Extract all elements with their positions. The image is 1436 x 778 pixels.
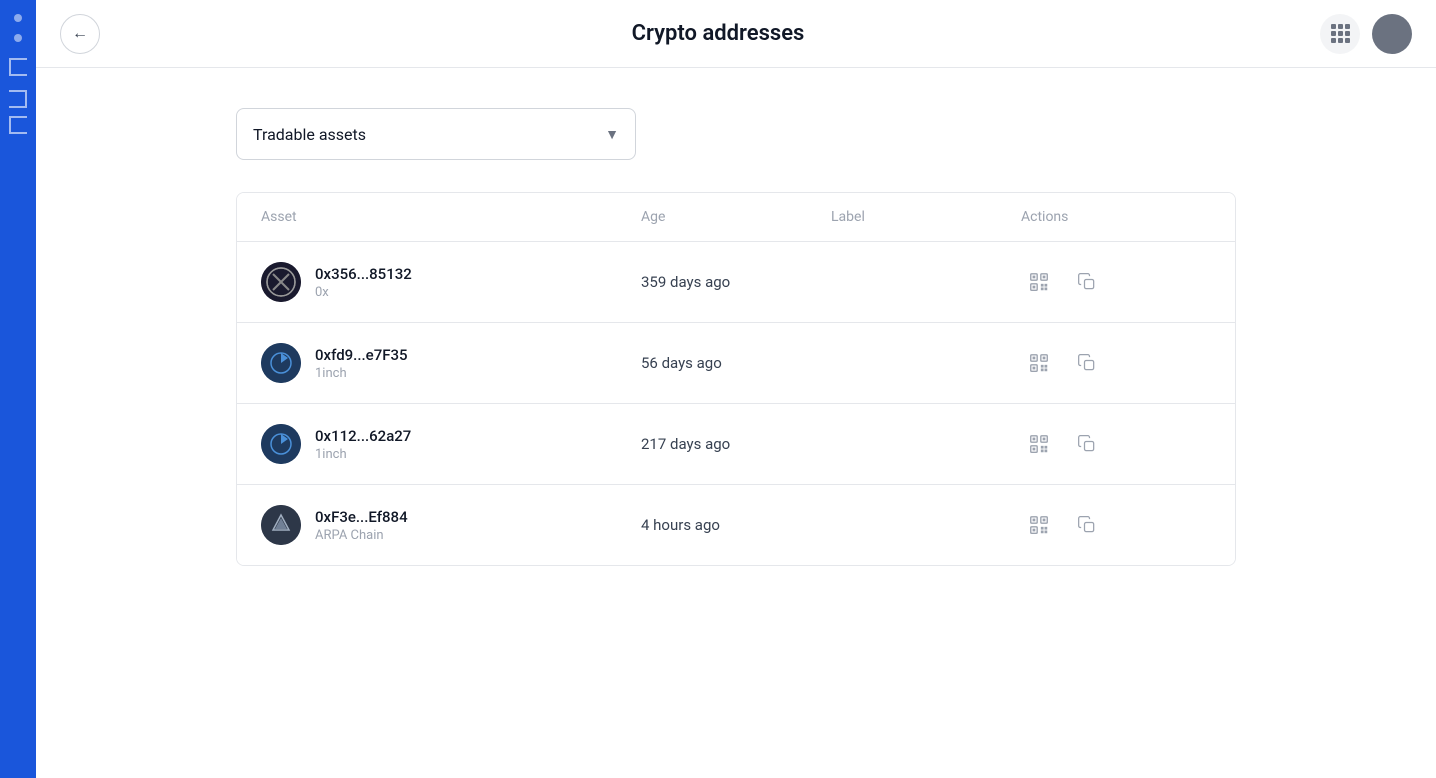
asset-cell-1: 0x356...85132 0x <box>261 262 641 302</box>
copy-button-1[interactable] <box>1069 264 1105 300</box>
table-row: 0x356...85132 0x 359 days ago <box>237 242 1235 323</box>
asset-filter-dropdown[interactable]: Tradable assets ▼ <box>236 108 636 160</box>
copy-icon-2 <box>1077 353 1097 373</box>
page-title: Crypto addresses <box>632 21 805 46</box>
sidebar <box>0 0 36 778</box>
dropdown-label: Tradable assets <box>253 125 366 144</box>
age-cell-4: 4 hours ago <box>641 516 831 534</box>
asset-info-3: 0x112...62a27 1inch <box>315 427 411 462</box>
qr-icon-3 <box>1028 433 1050 455</box>
asset-info-1: 0x356...85132 0x <box>315 265 412 300</box>
1inch-icon-1 <box>261 343 301 383</box>
age-cell-3: 217 days ago <box>641 435 831 453</box>
sidebar-icon-2 <box>9 90 27 108</box>
copy-button-2[interactable] <box>1069 345 1105 381</box>
table-header: Asset Age Label Actions <box>237 193 1235 242</box>
asset-address-2: 0xfd9...e7F35 <box>315 346 408 364</box>
qr-icon-4 <box>1028 514 1050 536</box>
actions-cell-4 <box>1021 507 1211 543</box>
copy-icon-3 <box>1077 434 1097 454</box>
apps-grid-icon <box>1331 24 1350 43</box>
asset-name-2: 1inch <box>315 366 408 381</box>
asset-address-4: 0xF3e...Ef884 <box>315 508 408 526</box>
asset-cell-3: 0x112...62a27 1inch <box>261 424 641 464</box>
actions-cell-3 <box>1021 426 1211 462</box>
copy-icon-1 <box>1077 272 1097 292</box>
arpa-icon <box>261 505 301 545</box>
col-header-asset: Asset <box>261 209 641 225</box>
qr-button-1[interactable] <box>1021 264 1057 300</box>
asset-icon-2 <box>261 343 301 383</box>
age-cell-1: 359 days ago <box>641 273 831 291</box>
asset-icon-3 <box>261 424 301 464</box>
asset-address-1: 0x356...85132 <box>315 265 412 283</box>
qr-icon-2 <box>1028 352 1050 374</box>
actions-cell-2 <box>1021 345 1211 381</box>
col-header-actions: Actions <box>1021 209 1211 225</box>
sidebar-dot-1 <box>14 14 22 22</box>
header: ← Crypto addresses <box>36 0 1436 68</box>
content-area: Tradable assets ▼ Asset Age Label Action… <box>36 68 1436 606</box>
sidebar-icon-3 <box>9 116 27 134</box>
sidebar-icon-1 <box>9 58 27 76</box>
main-content: ← Crypto addresses Tradable assets ▼ <box>36 0 1436 778</box>
asset-icon-4 <box>261 505 301 545</box>
asset-cell-4: 0xF3e...Ef884 ARPA Chain <box>261 505 641 545</box>
header-left: ← <box>60 14 100 54</box>
chevron-down-icon: ▼ <box>605 126 619 143</box>
table-row: 0xF3e...Ef884 ARPA Chain 4 hours ago <box>237 485 1235 565</box>
avatar[interactable] <box>1372 14 1412 54</box>
actions-cell-1 <box>1021 264 1211 300</box>
asset-address-3: 0x112...62a27 <box>315 427 411 445</box>
qr-icon-1 <box>1028 271 1050 293</box>
age-cell-2: 56 days ago <box>641 354 831 372</box>
asset-info-2: 0xfd9...e7F35 1inch <box>315 346 408 381</box>
0x-icon <box>261 262 301 302</box>
asset-cell-2: 0xfd9...e7F35 1inch <box>261 343 641 383</box>
copy-button-3[interactable] <box>1069 426 1105 462</box>
asset-name-4: ARPA Chain <box>315 528 408 543</box>
sidebar-dot-2 <box>14 34 22 42</box>
copy-button-4[interactable] <box>1069 507 1105 543</box>
back-button[interactable]: ← <box>60 14 100 54</box>
1inch-icon-2 <box>261 424 301 464</box>
asset-name-3: 1inch <box>315 447 411 462</box>
asset-info-4: 0xF3e...Ef884 ARPA Chain <box>315 508 408 543</box>
col-header-label: Label <box>831 209 1021 225</box>
back-arrow-icon: ← <box>72 25 88 43</box>
qr-button-4[interactable] <box>1021 507 1057 543</box>
qr-button-3[interactable] <box>1021 426 1057 462</box>
asset-icon-1 <box>261 262 301 302</box>
copy-icon-4 <box>1077 515 1097 535</box>
asset-name-1: 0x <box>315 285 412 300</box>
header-right <box>1320 14 1412 54</box>
table-row: 0x112...62a27 1inch 217 days ago <box>237 404 1235 485</box>
qr-button-2[interactable] <box>1021 345 1057 381</box>
table-row: 0xfd9...e7F35 1inch 56 days ago <box>237 323 1235 404</box>
addresses-table: Asset Age Label Actions <box>236 192 1236 566</box>
apps-button[interactable] <box>1320 14 1360 54</box>
filter-section: Tradable assets ▼ <box>236 108 1236 160</box>
col-header-age: Age <box>641 209 831 225</box>
